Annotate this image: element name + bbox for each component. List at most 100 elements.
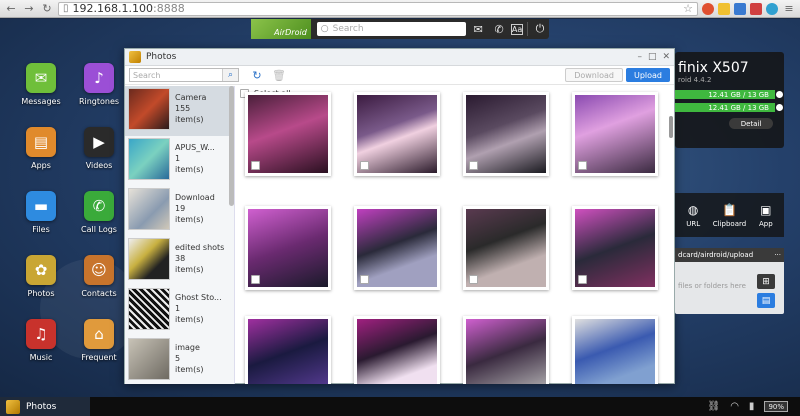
extension-icon[interactable]	[750, 2, 762, 15]
album-count: 1	[175, 154, 181, 163]
photo-thumbnail[interactable]	[572, 206, 658, 290]
upload-button[interactable]: Upload	[625, 68, 670, 82]
chat-bubble-icon: ✉	[26, 63, 56, 93]
desktop-icon-frequent[interactable]: ⌂ Frequent	[73, 319, 125, 362]
photo-thumbnail[interactable]	[572, 92, 658, 176]
search-icon[interactable]: ⌕	[222, 69, 238, 81]
photo-thumbnail[interactable]	[572, 316, 658, 384]
refresh-icon[interactable]: ↻	[249, 67, 265, 83]
photo-checkbox[interactable]	[360, 161, 369, 170]
photo-thumbnail[interactable]	[463, 206, 549, 290]
photo-checkbox[interactable]	[469, 161, 478, 170]
upload-file-icon[interactable]: ▤	[757, 293, 775, 308]
drop-hint: files or folders here	[678, 282, 746, 290]
desktop-icon-label: Files	[32, 225, 50, 234]
photo-thumbnail[interactable]	[354, 206, 440, 290]
photo-search-input[interactable]: Search ⌕	[129, 68, 239, 82]
trash-icon[interactable]: 🗑	[271, 67, 287, 83]
back-icon[interactable]: ←	[4, 2, 18, 16]
extension-icon[interactable]	[702, 2, 714, 15]
url-tool[interactable]: ◍ URL	[675, 193, 711, 237]
album-item[interactable]: Ghost Sto... 1 item(s)	[125, 286, 234, 336]
reload-icon[interactable]: ↻	[40, 2, 54, 16]
album-item[interactable]: Camera 155 item(s)	[125, 86, 234, 136]
photo-scrollbar[interactable]	[669, 116, 673, 138]
extension-icon[interactable]	[718, 2, 730, 15]
album-item[interactable]: Download 19 item(s)	[125, 186, 234, 236]
taskbar-photos-button[interactable]: Photos	[0, 397, 90, 416]
desktop-icon-label: Contacts	[81, 289, 117, 298]
photo-checkbox[interactable]	[251, 161, 260, 170]
photo-checkbox[interactable]	[360, 275, 369, 284]
close-icon[interactable]: ✕	[662, 52, 670, 62]
album-unit: item(s)	[175, 165, 204, 174]
extension-icon[interactable]	[734, 2, 746, 15]
link-icon[interactable]: ⛓	[707, 401, 720, 412]
folder-icon: ▬	[26, 191, 56, 221]
photo-checkbox[interactable]	[251, 275, 260, 284]
desktop-icon-apps[interactable]: ▤ Apps	[15, 127, 67, 170]
photo-checkbox[interactable]	[578, 275, 587, 284]
window-title: Photos	[146, 52, 177, 62]
airdroid-logo: AirDroid	[251, 19, 311, 39]
photo-image	[466, 209, 546, 287]
minimize-icon[interactable]: –	[637, 52, 642, 62]
briefcase-icon: ▤	[26, 127, 56, 157]
global-search-input[interactable]: ○ Search	[316, 22, 467, 36]
message-icon[interactable]: ✉	[469, 19, 487, 39]
photo-thumbnail[interactable]	[245, 316, 331, 384]
photo-image	[248, 95, 328, 173]
extension-icon[interactable]	[766, 2, 778, 15]
forward-icon[interactable]: →	[22, 2, 36, 16]
browser-toolbar: ← → ↻ ▯ 192.168.1.100:8888 ☆ ≡	[0, 0, 800, 18]
address-bar[interactable]: ▯ 192.168.1.100:8888 ☆	[58, 1, 698, 16]
storage-dot	[776, 91, 783, 98]
phone-icon: ✆	[84, 191, 114, 221]
desktop-icon-music[interactable]: ♫ Music	[15, 319, 67, 362]
album-scrollbar[interactable]	[229, 86, 234, 206]
app-tool[interactable]: ▣ App	[748, 193, 784, 237]
desktop-icon-messages[interactable]: ✉ Messages	[15, 63, 67, 106]
desktop-icon-videos[interactable]: ▶ Videos	[73, 127, 125, 170]
contact-card-icon: ☺	[84, 255, 114, 285]
upload-folder-icon[interactable]: ⊞	[757, 274, 775, 289]
more-menu-icon[interactable]: ···	[774, 251, 781, 259]
desktop-icon-files[interactable]: ▬ Files	[15, 191, 67, 234]
desktop-icon-photos[interactable]: ✿ Photos	[15, 255, 67, 298]
album-list: Camera 155 item(s) APUS_W... 1 item(s) Downloa…	[125, 86, 235, 384]
album-item[interactable]: image 5 item(s)	[125, 336, 234, 384]
power-icon[interactable]: ⏻	[531, 19, 549, 39]
window-titlebar[interactable]: Photos – □ ✕	[125, 49, 674, 66]
phone-icon[interactable]: ✆	[490, 19, 508, 39]
album-meta: Download 19 item(s)	[175, 189, 215, 225]
photo-thumbnail[interactable]	[354, 92, 440, 176]
photo-thumbnail[interactable]	[463, 92, 549, 176]
url-port: :8888	[153, 2, 185, 15]
menu-icon[interactable]: ≡	[782, 2, 796, 16]
clapperboard-icon: ▶	[84, 127, 114, 157]
window-toolbar: Search ⌕ ↻ 🗑 Download Upload	[125, 66, 674, 85]
photo-grid-area: Select all	[237, 86, 674, 384]
photo-thumbnail[interactable]	[245, 206, 331, 290]
clipboard-tool[interactable]: 📋 Clipboard	[711, 193, 747, 237]
download-button[interactable]: Download	[565, 68, 623, 82]
photo-thumbnail[interactable]	[245, 92, 331, 176]
detail-button[interactable]: Detail	[729, 118, 773, 129]
search-icon: ○	[320, 24, 329, 34]
page-icon: ▯	[63, 3, 69, 14]
album-item[interactable]: edited shots 38 item(s)	[125, 236, 234, 286]
album-item[interactable]: APUS_W... 1 item(s)	[125, 136, 234, 186]
desktop-icon-contacts[interactable]: ☺ Contacts	[73, 255, 125, 298]
desktop-icon-call-logs[interactable]: ✆ Call Logs	[73, 191, 125, 234]
photo-checkbox[interactable]	[578, 161, 587, 170]
photo-thumbnail[interactable]	[354, 316, 440, 384]
bookmark-star-icon[interactable]: ☆	[683, 2, 693, 15]
music-icon: ♫	[26, 319, 56, 349]
maximize-icon[interactable]: □	[648, 52, 657, 62]
desktop-icon-ringtones[interactable]: ♪ Ringtones	[73, 63, 125, 106]
photo-thumbnail[interactable]	[463, 316, 549, 384]
album-name: Camera	[175, 93, 207, 102]
music-note-icon: ♪	[84, 63, 114, 93]
font-icon[interactable]: Aa	[511, 24, 524, 35]
photo-checkbox[interactable]	[469, 275, 478, 284]
